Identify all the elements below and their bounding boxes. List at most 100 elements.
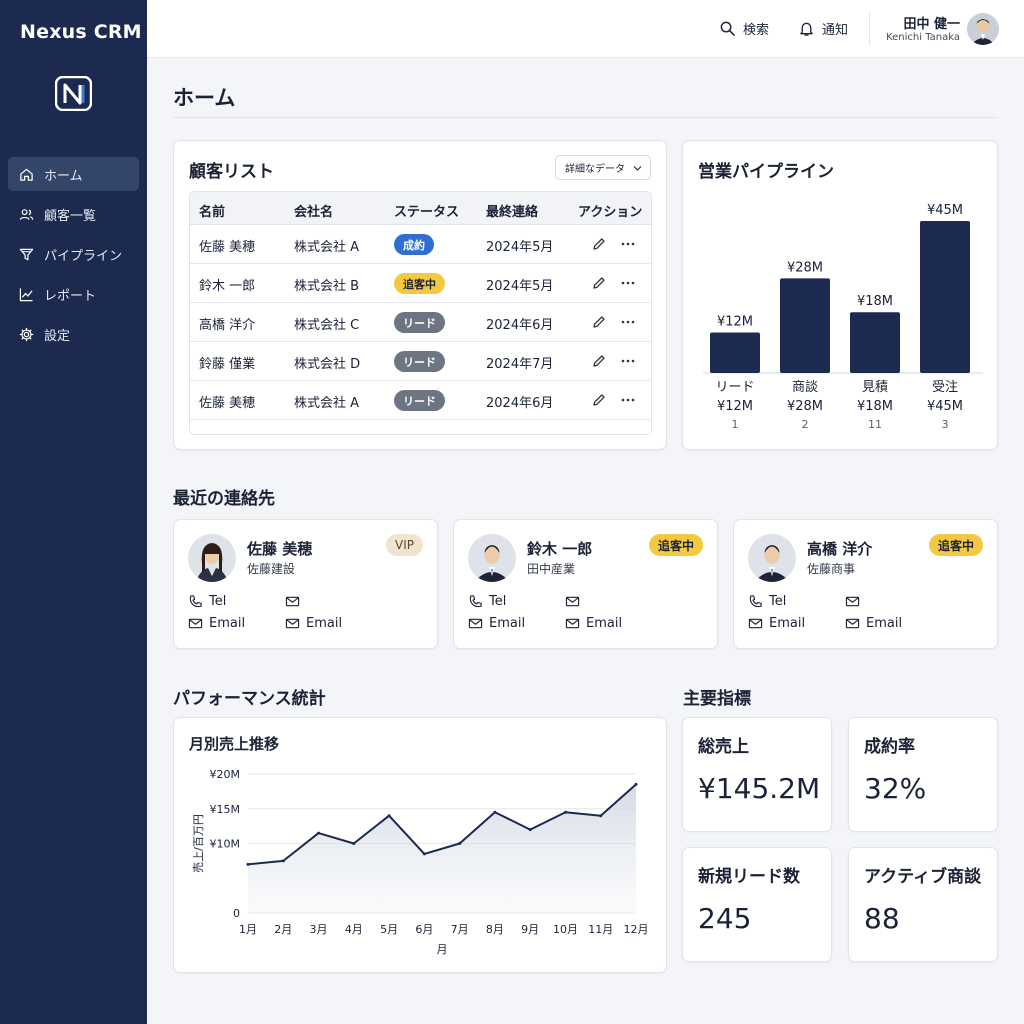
table-row[interactable]: 佐藤 美穂 株式会社 A 成約 2024年5月 <box>190 225 651 264</box>
email-label: Email <box>866 616 903 631</box>
contact-company: 田中産業 <box>527 562 576 576</box>
topbar: 検索 通知 田中 健一 Kenichi Tanaka <box>147 0 1024 58</box>
contact-tel-link[interactable]: Tel <box>748 594 786 609</box>
sidebar-item-home[interactable]: ホーム <box>8 157 139 191</box>
more-options-icon[interactable] <box>620 392 636 408</box>
kpi-card-close-rate: 成約率 32% <box>848 717 998 832</box>
email-icon <box>565 618 580 629</box>
sales-point <box>317 831 321 835</box>
table-row[interactable]: 佐藤 美穂 株式会社 A リード 2024年6月 <box>190 381 651 420</box>
topbar-divider <box>869 12 870 46</box>
users-icon <box>19 208 34 220</box>
phone-icon <box>469 595 482 608</box>
table-header: 名前 会社名 ステータス 最終連絡 アクション <box>190 192 651 225</box>
email-icon <box>285 596 300 607</box>
status-badge: 追客中 <box>394 273 445 294</box>
sidebar-item-pipeline[interactable]: パイプライン <box>8 237 139 271</box>
kpi-card-active-deals: アクティブ商談 88 <box>848 847 998 962</box>
bar-amount-label: ¥12M <box>717 399 753 414</box>
x-tick-label: 8月 <box>486 923 504 936</box>
pipeline-bar[interactable] <box>920 221 970 373</box>
more-options-icon[interactable] <box>620 314 636 330</box>
sidebar-item-settings[interactable]: 設定 <box>8 317 139 351</box>
table-row[interactable]: 鈴藤 僅業 株式会社 D リード 2024年7月 <box>190 342 651 381</box>
phone-icon <box>189 595 202 608</box>
contact-email-icon-button[interactable] <box>845 594 866 609</box>
status-badge: 成約 <box>394 234 434 255</box>
edit-icon[interactable] <box>591 314 607 330</box>
customer-table: 名前 会社名 ステータス 最終連絡 アクション 佐藤 美穂 株式会社 A 成約 202… <box>189 191 652 435</box>
email-icon <box>285 618 300 629</box>
more-options-icon[interactable] <box>620 236 636 252</box>
home-icon <box>20 168 33 181</box>
user-name: 田中 健一 <box>903 17 960 32</box>
sidebar-item-label: レポート <box>44 288 97 304</box>
x-tick-label: 1月 <box>239 923 257 936</box>
table-row[interactable]: 高橋 洋介 株式会社 C リード 2024年6月 <box>190 303 651 342</box>
pipeline-bar[interactable] <box>780 278 830 373</box>
sales-point <box>599 814 603 818</box>
more-options-icon[interactable] <box>620 353 636 369</box>
performance-title: パフォーマンス統計 <box>173 689 326 709</box>
contact-email-link[interactable]: Email <box>468 616 525 631</box>
cell-name: 佐藤 美穂 <box>199 396 256 411</box>
sidebar-item-customers[interactable]: 顧客一覧 <box>8 197 139 231</box>
kpi-label: アクティブ商談 <box>864 867 982 887</box>
contact-email-link[interactable]: Email <box>565 616 622 631</box>
contact-email-icon-button[interactable] <box>285 594 306 609</box>
more-options-icon[interactable] <box>620 275 636 291</box>
status-badge: リード <box>394 390 445 411</box>
cell-last-contact: 2024年6月 <box>486 396 554 411</box>
email-icon <box>468 618 483 629</box>
sales-point <box>563 810 567 814</box>
contact-status-badge: VIP <box>386 534 423 556</box>
contact-company: 佐藤商事 <box>807 562 856 576</box>
contact-card[interactable]: 佐藤 美穂 佐藤建設 VIP Tel Email Email <box>173 519 438 649</box>
app-name: Nexus CRM <box>20 21 142 43</box>
column-header-name: 名前 <box>199 205 226 220</box>
tel-label: Tel <box>769 594 787 609</box>
sidebar-item-reports[interactable]: レポート <box>8 277 139 311</box>
edit-icon[interactable] <box>591 392 607 408</box>
sidebar-item-label: ホーム <box>44 168 83 184</box>
pipeline-bar[interactable] <box>710 332 760 373</box>
bar-count-label: 11 <box>868 418 882 431</box>
contact-email-link[interactable]: Email <box>748 616 805 631</box>
sidebar: Nexus CRM ホーム 顧客一覧 パイプライン レポート 設定 <box>0 0 147 1024</box>
email-label: Email <box>306 616 343 631</box>
sales-point <box>352 842 356 845</box>
pipeline-card: 営業パイプライン ¥12M リード ¥12M 1 ¥28M 商談 ¥28M 2 ¥18M 見積 ¥1… <box>682 140 998 450</box>
contact-name: 高橋 洋介 <box>807 540 873 558</box>
edit-icon[interactable] <box>591 353 607 369</box>
x-tick-label: 6月 <box>415 923 433 936</box>
pipeline-chart: ¥12M リード ¥12M 1 ¥28M 商談 ¥28M 2 ¥18M 見積 ¥18M 11 ¥45M 受… <box>703 203 983 431</box>
table-body: 佐藤 美穂 株式会社 A 成約 2024年5月 鈴木 一郎 株式会社 B 追客中 2024年5… <box>190 225 651 420</box>
contact-email-link[interactable]: Email <box>285 616 342 631</box>
contact-tel-link[interactable]: Tel <box>468 594 506 609</box>
kpi-value: ¥145.2M <box>698 772 821 805</box>
cell-company: 株式会社 D <box>294 357 361 372</box>
kpi-card-new-leads: 新規リード数 245 <box>682 847 832 962</box>
contact-tel-link[interactable]: Tel <box>188 594 226 609</box>
table-row[interactable]: 鈴木 一郎 株式会社 B 追客中 2024年5月 <box>190 264 651 303</box>
contact-email-link[interactable]: Email <box>188 616 245 631</box>
contact-email-link[interactable]: Email <box>845 616 902 631</box>
notifications-button[interactable]: 通知 <box>798 19 848 38</box>
email-label: Email <box>769 616 806 631</box>
sales-point <box>422 852 426 856</box>
search-label: 検索 <box>743 23 770 38</box>
cell-name: 鈴藤 僅業 <box>199 357 256 372</box>
contact-card[interactable]: 鈴木 一郎 田中産業 追客中 Tel Email Email <box>453 519 718 649</box>
user-avatar[interactable] <box>967 13 999 45</box>
edit-icon[interactable] <box>591 275 607 291</box>
detail-data-dropdown[interactable]: 詳細なデータ <box>555 155 651 180</box>
bar-amount-label: ¥28M <box>787 399 823 414</box>
contact-email-icon-button[interactable] <box>565 594 586 609</box>
edit-icon[interactable] <box>591 236 607 252</box>
phone-icon <box>749 595 762 608</box>
x-tick-label: 4月 <box>345 923 363 936</box>
search-button[interactable]: 検索 <box>719 19 769 38</box>
pipeline-bar[interactable] <box>850 312 900 373</box>
contact-card[interactable]: 高橋 洋介 佐藤商事 追客中 Tel Email Email <box>733 519 998 649</box>
status-badge: リード <box>394 351 445 372</box>
